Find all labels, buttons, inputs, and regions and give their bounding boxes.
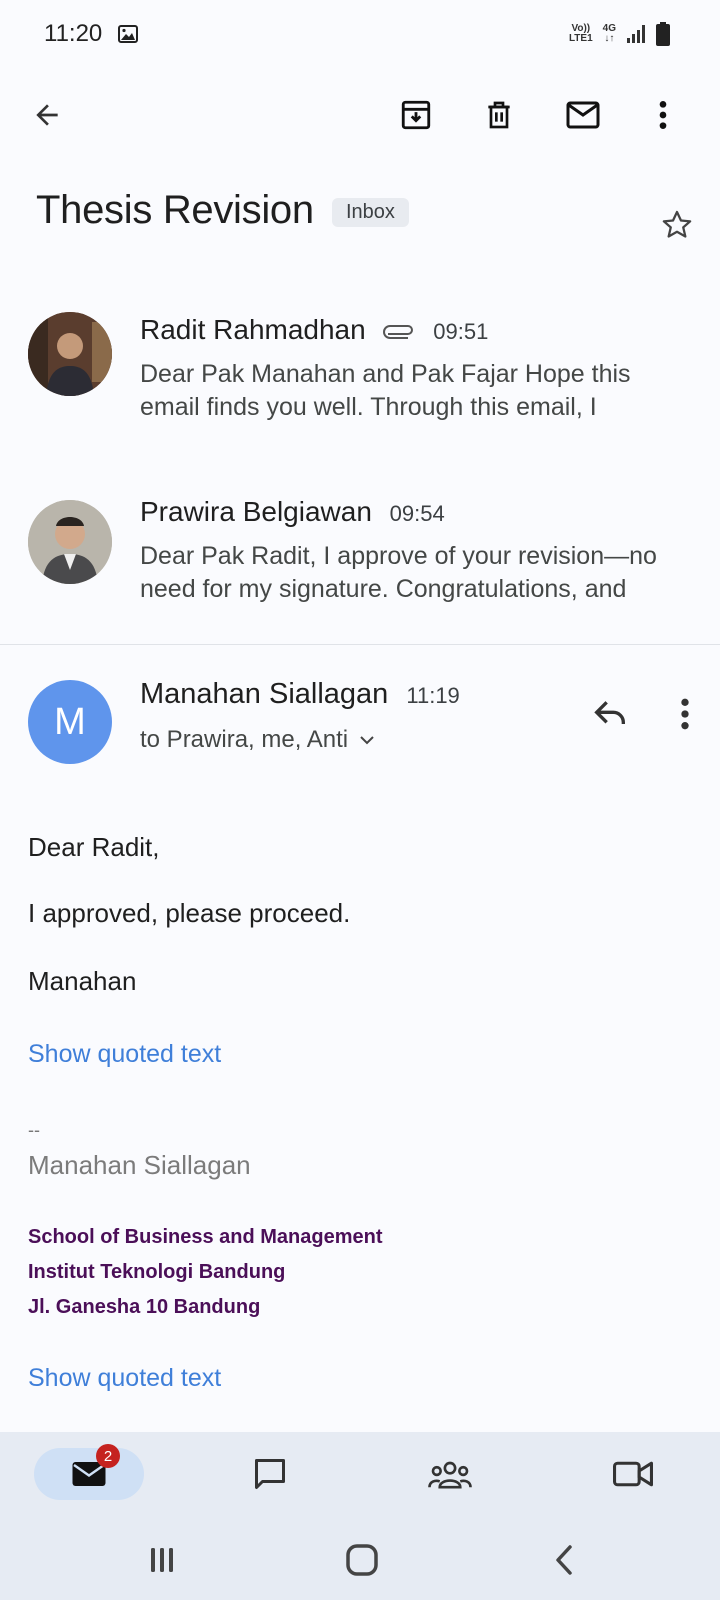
body-text: I approved, please proceed. bbox=[28, 898, 351, 928]
delete-button[interactable] bbox=[476, 92, 522, 138]
show-quoted-text-link[interactable]: Show quoted text bbox=[28, 1040, 221, 1069]
attachment-icon bbox=[383, 324, 414, 339]
nav-meet-tab[interactable] bbox=[578, 1448, 688, 1500]
signature-org-line2: Institut Teknologi Bandung bbox=[28, 1261, 286, 1283]
chevron-left-icon bbox=[556, 1545, 572, 1575]
data-arrows-icon: ↓↑ bbox=[604, 33, 615, 44]
message-snippet-line2: need for my signature. Congratulations, … bbox=[140, 575, 627, 603]
nav-chat-tab[interactable] bbox=[215, 1448, 325, 1500]
home-button[interactable] bbox=[338, 1540, 386, 1580]
video-camera-icon bbox=[613, 1461, 653, 1487]
signal-icon bbox=[627, 25, 645, 43]
spaces-icon bbox=[428, 1461, 472, 1489]
email-subject: Thesis Revision bbox=[36, 188, 314, 232]
reply-icon[interactable] bbox=[590, 694, 630, 734]
recent-apps-button[interactable] bbox=[138, 1540, 186, 1580]
system-back-button[interactable] bbox=[540, 1540, 588, 1580]
message-time: 09:54 bbox=[389, 501, 445, 526]
archive-button[interactable] bbox=[393, 92, 439, 138]
inbox-label-badge[interactable]: Inbox bbox=[332, 198, 409, 227]
network-indicator: 4G ↓↑ bbox=[603, 24, 616, 44]
more-vert-icon[interactable] bbox=[665, 694, 705, 734]
chevron-down-icon bbox=[360, 736, 374, 745]
volte-bottom-text: LTE1 bbox=[568, 33, 593, 44]
message-item-radit[interactable]: Radit Rahmadhan 09:51 Dear Pak Manahan a… bbox=[0, 290, 720, 460]
sender-name-line: Radit Rahmadhan 09:51 bbox=[140, 314, 488, 346]
signature-org-line3: Jl. Ganesha 10 Bandung bbox=[28, 1296, 261, 1318]
message-item-prawira[interactable]: Prawira Belgiawan 09:54 Dear Pak Radit, … bbox=[0, 470, 720, 640]
avatar bbox=[28, 312, 112, 396]
message-time: 11:19 bbox=[406, 683, 460, 708]
signature-separator: -- bbox=[28, 1120, 40, 1140]
star-icon[interactable] bbox=[660, 208, 694, 242]
sender-name: Radit Rahmadhan bbox=[140, 314, 366, 345]
divider bbox=[0, 644, 720, 645]
archive-icon bbox=[401, 100, 431, 130]
body-signoff: Manahan bbox=[28, 966, 137, 996]
message-snippet-line1: Dear Pak Radit, I approve of your revisi… bbox=[140, 542, 657, 570]
volte-icon: Vo)) LTE1 bbox=[569, 24, 593, 44]
battery-icon bbox=[656, 22, 670, 46]
sender-name-line: Prawira Belgiawan 09:54 bbox=[140, 496, 445, 528]
avatar-photo bbox=[28, 500, 112, 584]
chat-icon bbox=[255, 1459, 285, 1489]
body-greeting: Dear Radit, bbox=[28, 832, 160, 862]
recipients-text: to Prawira, me, Anti bbox=[140, 726, 349, 753]
avatar bbox=[28, 500, 112, 584]
status-time: 11:20 bbox=[44, 20, 103, 47]
more-options-button[interactable] bbox=[640, 92, 686, 138]
signature-name: Manahan Siallagan bbox=[28, 1150, 251, 1180]
sender-name: Prawira Belgiawan bbox=[140, 496, 372, 527]
nav-mail-tab[interactable] bbox=[34, 1448, 144, 1500]
message-snippet-line2: email finds you well. Through this email… bbox=[140, 393, 597, 421]
more-vert-icon bbox=[659, 101, 667, 129]
status-icons: Vo)) LTE1 4G ↓↑ bbox=[569, 22, 670, 46]
unread-count-badge: 2 bbox=[96, 1444, 120, 1468]
delete-icon bbox=[488, 101, 510, 129]
signature-org-line1: School of Business and Management bbox=[28, 1226, 383, 1248]
sender-avatar: M bbox=[28, 680, 112, 764]
image-icon bbox=[118, 25, 138, 43]
nav-spaces-tab[interactable] bbox=[395, 1448, 505, 1500]
avatar-photo bbox=[28, 312, 112, 396]
back-arrow-icon bbox=[36, 104, 58, 126]
sender-name-line: Manahan Siallagan 11:19 bbox=[140, 678, 460, 711]
message-snippet-line1: Dear Pak Manahan and Pak Fajar Hope this bbox=[140, 360, 631, 388]
show-quoted-text-link[interactable]: Show quoted text bbox=[28, 1364, 221, 1393]
recipients-toggle[interactable]: to Prawira, me, Anti bbox=[140, 726, 376, 754]
home-icon bbox=[346, 1544, 378, 1576]
mark-unread-icon bbox=[566, 101, 600, 129]
back-button[interactable] bbox=[24, 92, 70, 138]
message-time: 09:51 bbox=[433, 319, 489, 344]
mark-unread-button[interactable] bbox=[560, 92, 606, 138]
sender-name: Manahan Siallagan bbox=[140, 678, 389, 710]
recent-apps-icon bbox=[151, 1548, 173, 1572]
